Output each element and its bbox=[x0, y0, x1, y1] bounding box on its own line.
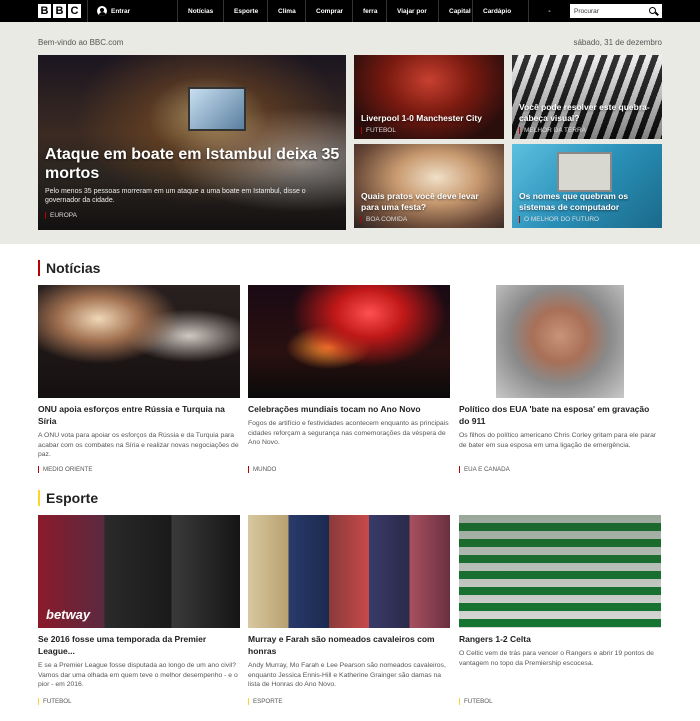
hero-card-tag[interactable]: MELHOR DA TERRA bbox=[519, 127, 656, 134]
bbc-logo[interactable]: B B C bbox=[38, 4, 81, 18]
nav-item-viajar[interactable]: Viajar por bbox=[386, 0, 438, 22]
news-story[interactable]: Político dos EUA 'bate na esposa' em gra… bbox=[459, 285, 661, 450]
computer-monitor-image bbox=[557, 152, 612, 192]
hero-main-tag[interactable]: EUROPA bbox=[45, 212, 340, 220]
user-icon bbox=[97, 6, 107, 16]
sport-story-tag[interactable]: FUTEBOL bbox=[38, 698, 72, 705]
nav-item-ferra[interactable]: ferra bbox=[352, 0, 386, 22]
sport-story-image[interactable] bbox=[248, 515, 450, 628]
sport-story-image[interactable] bbox=[459, 515, 661, 628]
sport-section-title[interactable]: Esporte bbox=[38, 490, 98, 506]
news-story-summary: Os filhos do político americano Chris Co… bbox=[459, 432, 657, 449]
news-story-tag[interactable]: MEDIO ORIENTE bbox=[38, 466, 93, 473]
hero-card-tag[interactable]: O MELHOR DO FUTURO bbox=[519, 216, 656, 223]
sport-story[interactable]: Rangers 1-2 Celta O Celtic vem de trás p… bbox=[459, 515, 661, 668]
news-story[interactable]: Celebrações mundiais tocam no Ano Novo F… bbox=[248, 285, 450, 448]
hero-card-headline[interactable]: Você pode resolver este quebra-cabeça vi… bbox=[519, 102, 656, 124]
sport-story-summary: E se a Premier League fosse disputada ao… bbox=[38, 662, 238, 688]
hero-card-headline[interactable]: Os nomes que quebram os sistemas de comp… bbox=[519, 191, 656, 213]
sport-story-title[interactable]: Murray e Farah são nomeados cavaleiros c… bbox=[248, 633, 450, 657]
date-text: sábado, 31 de dezembro bbox=[573, 38, 662, 47]
hero-card-food[interactable]: Quais pratos você deve levar para uma fe… bbox=[354, 144, 504, 228]
nav-links: Notícias Esporte Clima Comprar ferra Via… bbox=[177, 0, 570, 22]
hero-main-summary: Pelo menos 35 pessoas morreram em um ata… bbox=[45, 188, 306, 205]
hero-main-headline[interactable]: Ataque em boate em Istambul deixa 35 mor… bbox=[45, 145, 340, 183]
sport-story-title[interactable]: Se 2016 fosse uma temporada da Premier L… bbox=[38, 633, 240, 657]
nav-item-esporte[interactable]: Esporte bbox=[223, 0, 267, 22]
search-icon[interactable] bbox=[646, 4, 660, 18]
sport-story-summary: Andy Murray, Mo Farah e Lee Pearson são … bbox=[248, 662, 446, 688]
sport-story-summary: O Celtic vem de trás para vencer o Range… bbox=[459, 650, 654, 667]
hero-main-caption: Ataque em boate em Istambul deixa 35 mor… bbox=[45, 145, 340, 220]
news-story-title[interactable]: Celebrações mundiais tocam no Ano Novo bbox=[248, 403, 450, 415]
sport-story[interactable]: Murray e Farah são nomeados cavaleiros c… bbox=[248, 515, 450, 690]
nav-item-noticias[interactable]: Notícias bbox=[177, 0, 223, 22]
hero-image-screen bbox=[188, 87, 246, 131]
mugshot-photo bbox=[496, 285, 624, 398]
betway-sponsor-text: betway bbox=[46, 607, 91, 622]
news-section-title[interactable]: Notícias bbox=[38, 260, 100, 276]
sport-story-title[interactable]: Rangers 1-2 Celta bbox=[459, 633, 661, 645]
nav-item-comprar[interactable]: Comprar bbox=[305, 0, 352, 22]
logo-block: B bbox=[53, 4, 66, 18]
news-story-image[interactable] bbox=[248, 285, 450, 398]
news-story-summary: A ONU vota para apoiar os esforços da Rú… bbox=[38, 432, 239, 458]
signin-label: Entrar bbox=[111, 7, 131, 15]
nav-item-more[interactable]: - bbox=[528, 0, 570, 22]
top-navigation-bar: B B C Entrar Notícias Esporte Clima Comp… bbox=[0, 0, 700, 22]
news-story-image[interactable] bbox=[38, 285, 240, 398]
nav-item-cardapio[interactable]: Cardápio bbox=[472, 0, 528, 22]
hero-main-story[interactable]: Ataque em boate em Istambul deixa 35 mor… bbox=[38, 55, 346, 230]
hero-card-computer[interactable]: Os nomes que quebram os sistemas de comp… bbox=[512, 144, 662, 228]
hero-card-headline[interactable]: Quais pratos você deve levar para uma fe… bbox=[361, 191, 498, 213]
hero-card-puzzle[interactable]: Você pode resolver este quebra-cabeça vi… bbox=[512, 55, 662, 139]
sport-story-tag[interactable]: ESPORTE bbox=[248, 698, 282, 705]
signin-button[interactable]: Entrar bbox=[87, 0, 177, 22]
hero-card-caption: Quais pratos você deve levar para uma fe… bbox=[361, 191, 498, 223]
hero-card-liverpool[interactable]: Liverpool 1-0 Manchester City FUTEBOL bbox=[354, 55, 504, 139]
news-story-image[interactable] bbox=[459, 285, 661, 398]
search-input[interactable] bbox=[570, 5, 646, 17]
news-story-tag[interactable]: MUNDO bbox=[248, 466, 276, 473]
logo-block: C bbox=[68, 4, 81, 18]
news-story-title[interactable]: Político dos EUA 'bate na esposa' em gra… bbox=[459, 403, 661, 427]
logo-block: B bbox=[38, 4, 51, 18]
sport-story-image[interactable]: betway bbox=[38, 515, 240, 628]
hero-card-caption: Os nomes que quebram os sistemas de comp… bbox=[519, 191, 656, 223]
hero-section: Bem-vindo ao BBC.com sábado, 31 de dezem… bbox=[0, 22, 700, 244]
welcome-text: Bem-vindo ao BBC.com bbox=[38, 38, 124, 47]
news-story-title[interactable]: ONU apoia esforços entre Rússia e Turqui… bbox=[38, 403, 240, 427]
hero-card-tag[interactable]: FUTEBOL bbox=[361, 127, 498, 134]
nav-item-clima[interactable]: Clima bbox=[267, 0, 305, 22]
hero-card-caption: Você pode resolver este quebra-cabeça vi… bbox=[519, 102, 656, 134]
sport-story[interactable]: betway Se 2016 fosse uma temporada da Pr… bbox=[38, 515, 240, 690]
hero-card-caption: Liverpool 1-0 Manchester City FUTEBOL bbox=[361, 113, 498, 134]
news-story-summary: Fogos de artifício e festividades aconte… bbox=[248, 420, 449, 446]
search-box bbox=[570, 4, 662, 18]
sport-story-tag[interactable]: FUTEBOL bbox=[459, 698, 493, 705]
hero-card-headline[interactable]: Liverpool 1-0 Manchester City bbox=[361, 113, 498, 124]
hero-card-tag[interactable]: BOA COMIDA bbox=[361, 216, 498, 223]
nav-item-capital[interactable]: Capital bbox=[438, 0, 472, 22]
news-story-tag[interactable]: EUA E CANADÁ bbox=[459, 466, 510, 473]
news-story[interactable]: ONU apoia esforços entre Rússia e Turqui… bbox=[38, 285, 240, 460]
